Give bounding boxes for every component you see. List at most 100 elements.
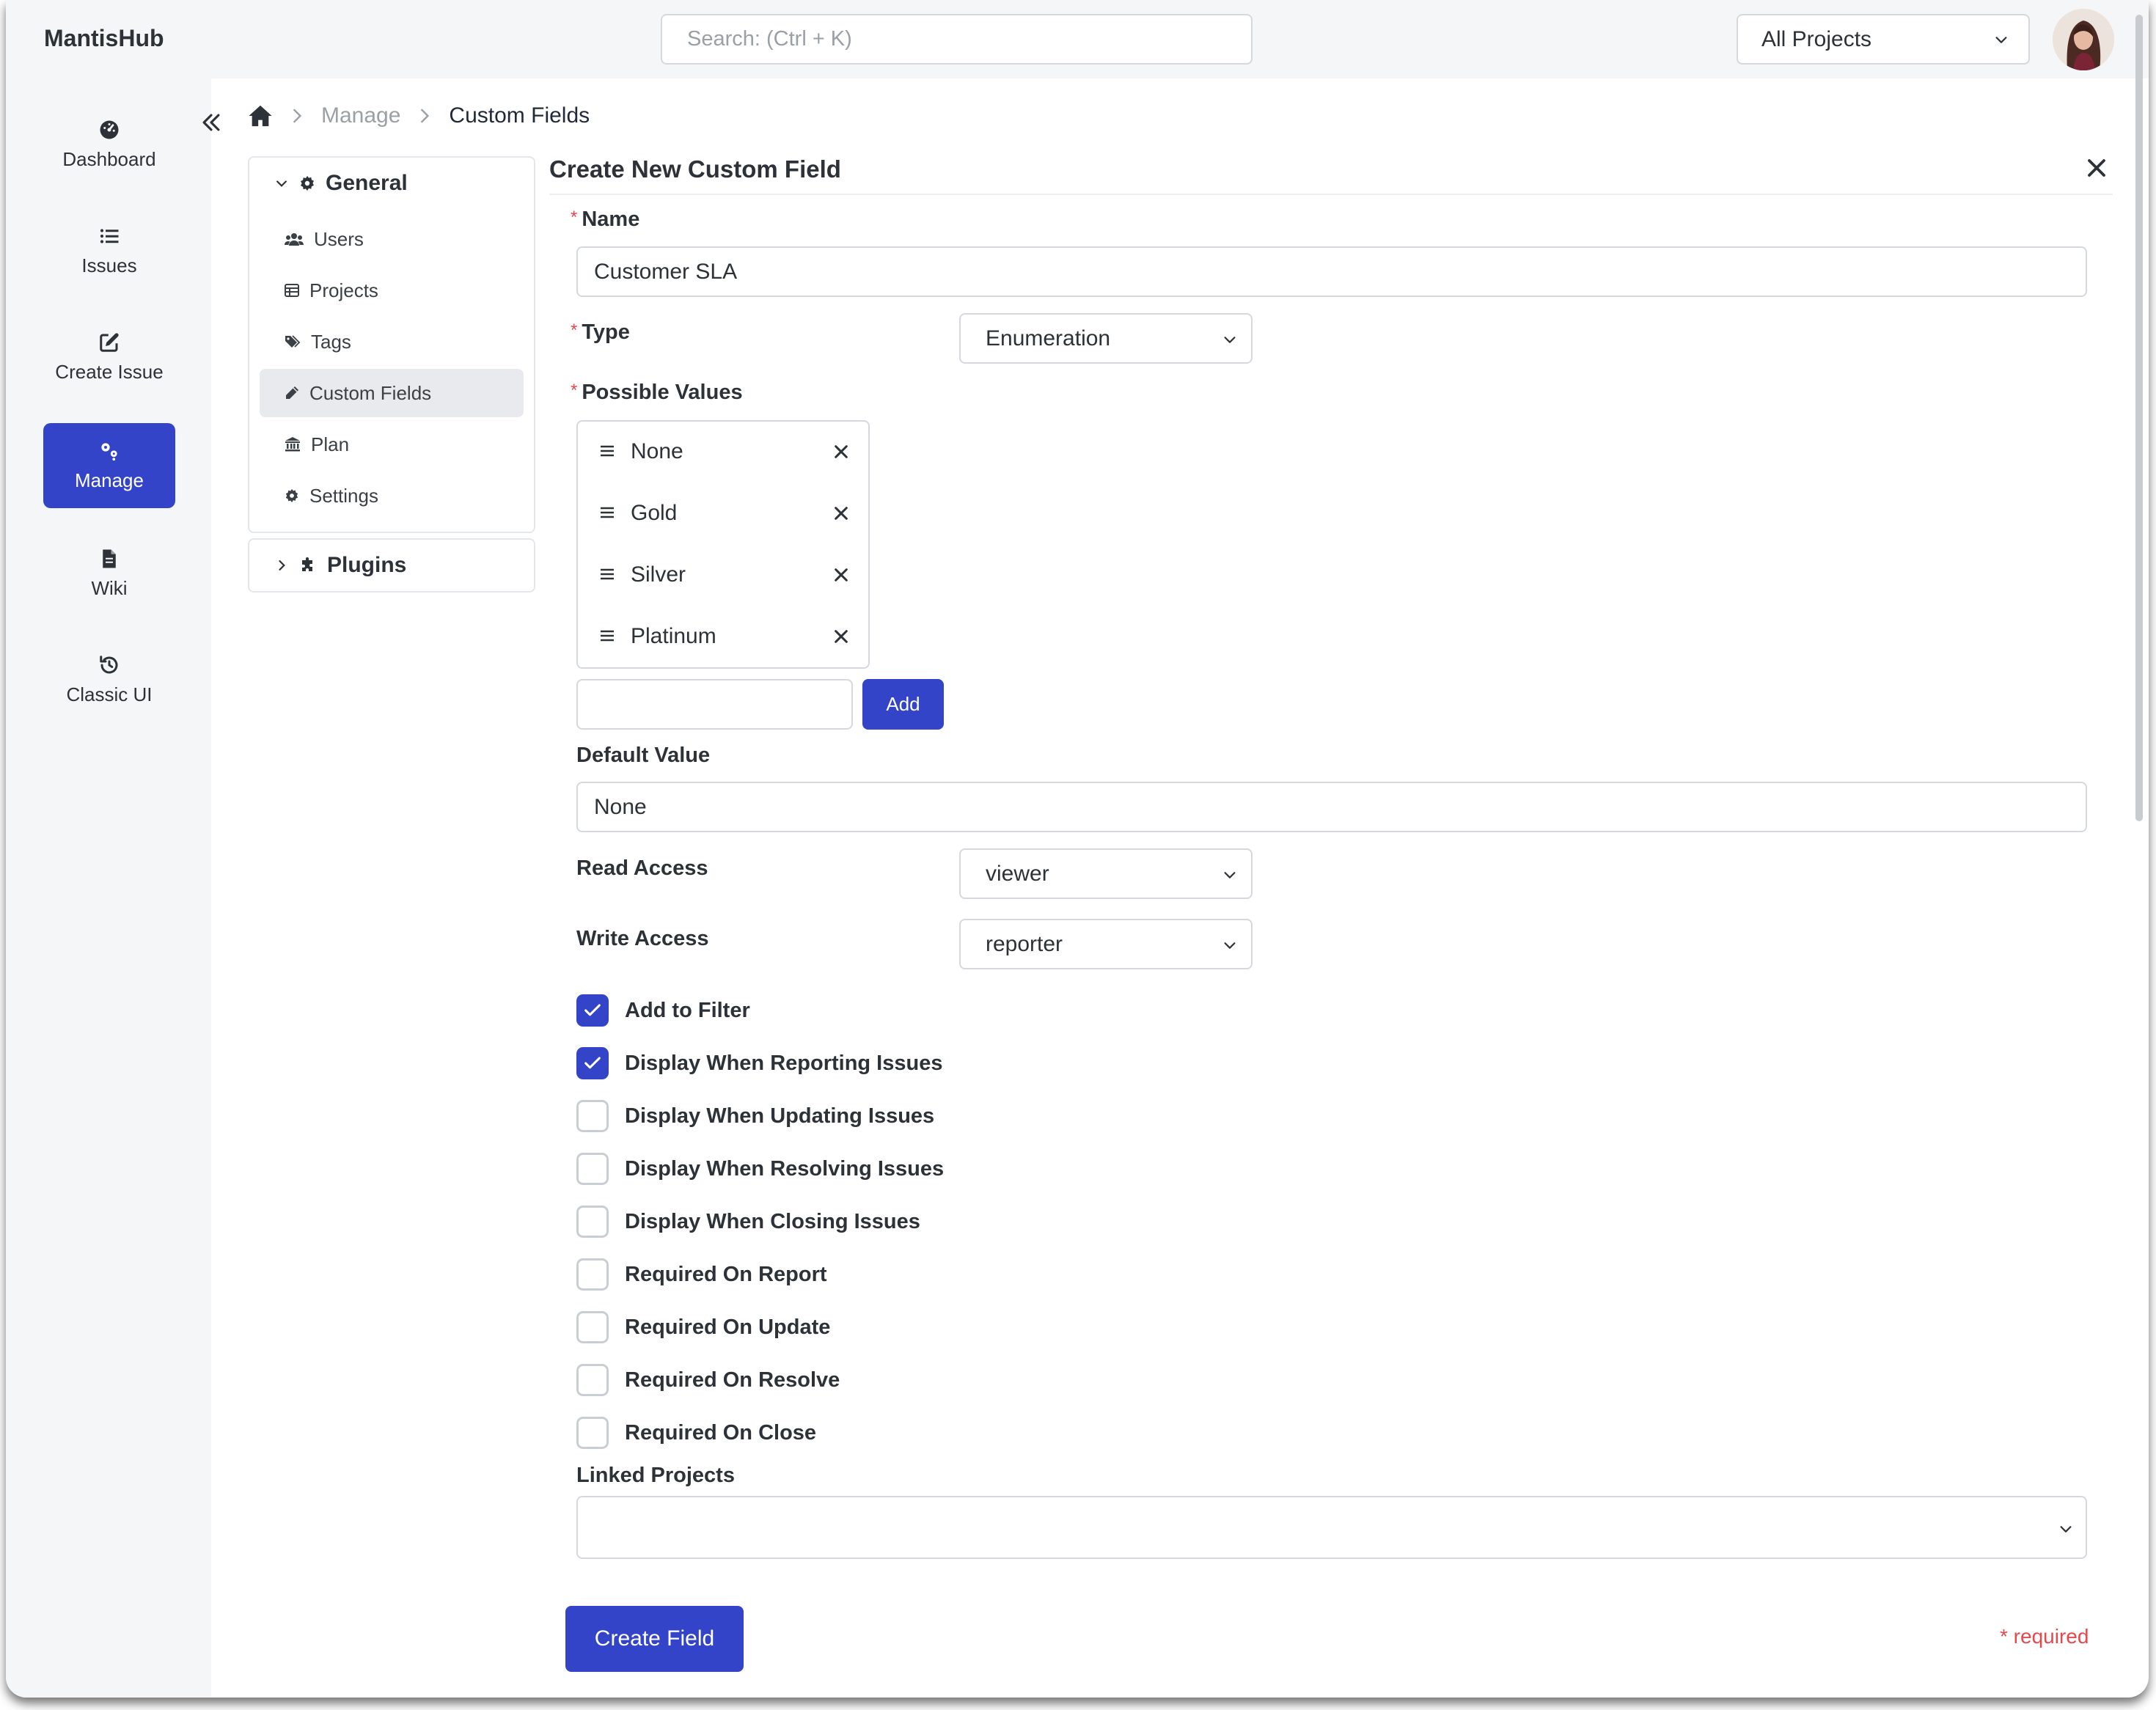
history-icon bbox=[100, 655, 118, 674]
submenu-general-toggle[interactable]: General bbox=[274, 171, 408, 196]
checkbox-add-to-filter[interactable]: Add to Filter bbox=[576, 994, 750, 1027]
required-marker: * bbox=[571, 320, 578, 340]
manage-submenu: General Users Projects Tags Custom Field… bbox=[248, 156, 535, 533]
edit-icon bbox=[100, 332, 119, 352]
submenu-plugins-toggle[interactable]: Plugins bbox=[274, 553, 406, 578]
nav-item-issues[interactable]: Issues bbox=[43, 208, 175, 293]
remove-value-icon[interactable] bbox=[833, 628, 849, 645]
add-value-button[interactable]: Add bbox=[862, 679, 944, 730]
create-field-button[interactable]: Create Field bbox=[565, 1606, 744, 1672]
drag-handle-icon[interactable] bbox=[598, 565, 616, 583]
chevron-down-icon bbox=[1224, 872, 1236, 878]
checkbox-label: Display When Reporting Issues bbox=[625, 1051, 943, 1075]
submenu-plugins-label: Plugins bbox=[327, 553, 407, 577]
gears-icon bbox=[101, 442, 117, 460]
gear-icon bbox=[285, 488, 298, 503]
checkbox[interactable] bbox=[576, 994, 609, 1027]
checkbox-label: Display When Resolving Issues bbox=[625, 1156, 945, 1181]
nav-item-label: Create Issue bbox=[55, 360, 164, 383]
checkbox-display-reporting[interactable]: Display When Reporting Issues bbox=[576, 1047, 942, 1079]
breadcrumb-manage[interactable]: Manage bbox=[321, 103, 400, 128]
default-value-input[interactable] bbox=[576, 782, 2087, 832]
puzzle-icon bbox=[302, 557, 312, 571]
submenu-item-label: Users bbox=[314, 227, 364, 250]
checkbox-label: Display When Closing Issues bbox=[625, 1209, 920, 1233]
possible-value-row[interactable]: Gold bbox=[578, 483, 868, 545]
checkbox-required-update[interactable]: Required On Update bbox=[576, 1311, 830, 1343]
brand-logo[interactable]: MantisHub bbox=[44, 25, 164, 52]
drag-handle-icon[interactable] bbox=[598, 504, 616, 521]
checkbox[interactable] bbox=[576, 1100, 609, 1132]
user-avatar[interactable] bbox=[2053, 9, 2114, 70]
write-access-select[interactable]: reporter bbox=[959, 919, 1253, 969]
nav-item-manage[interactable]: Manage bbox=[43, 423, 175, 508]
nav-item-dashboard[interactable]: Dashboard bbox=[43, 102, 175, 187]
checkbox[interactable] bbox=[576, 1364, 609, 1396]
chevron-right-icon bbox=[293, 109, 302, 123]
plugins-section[interactable]: Plugins bbox=[248, 538, 535, 592]
required-note: * required bbox=[2000, 1625, 2089, 1648]
new-value-input[interactable] bbox=[576, 679, 853, 730]
submenu-item-users[interactable]: Users bbox=[260, 215, 524, 263]
remove-value-icon[interactable] bbox=[833, 567, 849, 583]
type-select[interactable]: Enumeration bbox=[959, 313, 1253, 364]
close-icon[interactable] bbox=[2086, 157, 2108, 179]
submenu-item-custom-fields[interactable]: Custom Fields bbox=[260, 369, 524, 417]
nav-item-wiki[interactable]: Wiki bbox=[43, 531, 175, 616]
submenu-general-label: General bbox=[326, 171, 408, 195]
linked-projects-select[interactable] bbox=[576, 1496, 2087, 1559]
breadcrumb: Manage Custom Fields bbox=[248, 101, 590, 131]
chevron-down-icon bbox=[276, 180, 287, 187]
nav-item-label: Dashboard bbox=[62, 147, 156, 170]
nav-item-label: Wiki bbox=[91, 576, 128, 599]
checkbox-required-report[interactable]: Required On Report bbox=[576, 1258, 827, 1291]
possible-value-row[interactable]: Silver bbox=[578, 545, 868, 606]
top-bar: MantisHub All Projects bbox=[6, 0, 2149, 78]
dashboard-icon bbox=[100, 120, 119, 139]
drag-handle-icon[interactable] bbox=[598, 442, 616, 460]
submenu-item-projects[interactable]: Projects bbox=[260, 266, 524, 315]
checkbox[interactable] bbox=[576, 1206, 609, 1238]
possible-value-row[interactable]: None bbox=[578, 422, 868, 483]
chevron-down-icon bbox=[1995, 37, 2007, 43]
possible-values-label: * Possible Values bbox=[571, 381, 743, 404]
checkbox-required-resolve[interactable]: Required On Resolve bbox=[576, 1364, 840, 1396]
checkbox[interactable] bbox=[576, 1047, 609, 1079]
checkbox-required-close[interactable]: Required On Close bbox=[576, 1417, 816, 1449]
read-access-label: Read Access bbox=[576, 856, 708, 880]
checkbox-display-resolving[interactable]: Display When Resolving Issues bbox=[576, 1153, 944, 1185]
checkbox[interactable] bbox=[576, 1417, 609, 1449]
chevron-right-icon bbox=[421, 109, 430, 123]
project-selector[interactable]: All Projects bbox=[1737, 14, 2030, 65]
tags-icon bbox=[285, 335, 301, 348]
chevron-right-icon bbox=[279, 560, 285, 570]
submenu-item-settings[interactable]: Settings bbox=[260, 471, 524, 520]
drag-handle-icon[interactable] bbox=[598, 627, 616, 645]
checkbox[interactable] bbox=[576, 1258, 609, 1291]
type-select-value: Enumeration bbox=[986, 326, 1111, 351]
pencil-icon bbox=[286, 386, 298, 399]
submenu-item-plan[interactable]: Plan bbox=[260, 420, 524, 469]
possible-values-list: None Gold Silver Platinum bbox=[576, 420, 870, 669]
nav-item-create-issue[interactable]: Create Issue bbox=[43, 315, 175, 400]
form-divider bbox=[549, 194, 2113, 195]
nav-item-label: Issues bbox=[81, 254, 137, 276]
remove-value-icon[interactable] bbox=[833, 505, 849, 521]
search-input[interactable] bbox=[661, 14, 1253, 65]
checkbox[interactable] bbox=[576, 1153, 609, 1185]
app-window: MantisHub All Projects Dashboard Issues bbox=[6, 0, 2149, 1698]
checkbox[interactable] bbox=[576, 1311, 609, 1343]
checkbox-display-closing[interactable]: Display When Closing Issues bbox=[576, 1206, 920, 1238]
gear-icon bbox=[301, 175, 314, 191]
possible-value-row[interactable]: Platinum bbox=[578, 606, 868, 668]
scrollbar[interactable] bbox=[2135, 15, 2143, 821]
read-access-select[interactable]: viewer bbox=[959, 848, 1253, 899]
remove-value-icon[interactable] bbox=[833, 444, 849, 460]
checkbox-display-updating[interactable]: Display When Updating Issues bbox=[576, 1100, 934, 1132]
form-title: Create New Custom Field bbox=[549, 155, 841, 183]
submenu-item-tags[interactable]: Tags bbox=[260, 318, 524, 366]
name-input[interactable] bbox=[576, 246, 2087, 297]
collapse-sidebar-icon[interactable] bbox=[199, 110, 224, 135]
nav-item-classic-ui[interactable]: Classic UI bbox=[43, 637, 175, 722]
home-icon[interactable] bbox=[248, 104, 273, 128]
